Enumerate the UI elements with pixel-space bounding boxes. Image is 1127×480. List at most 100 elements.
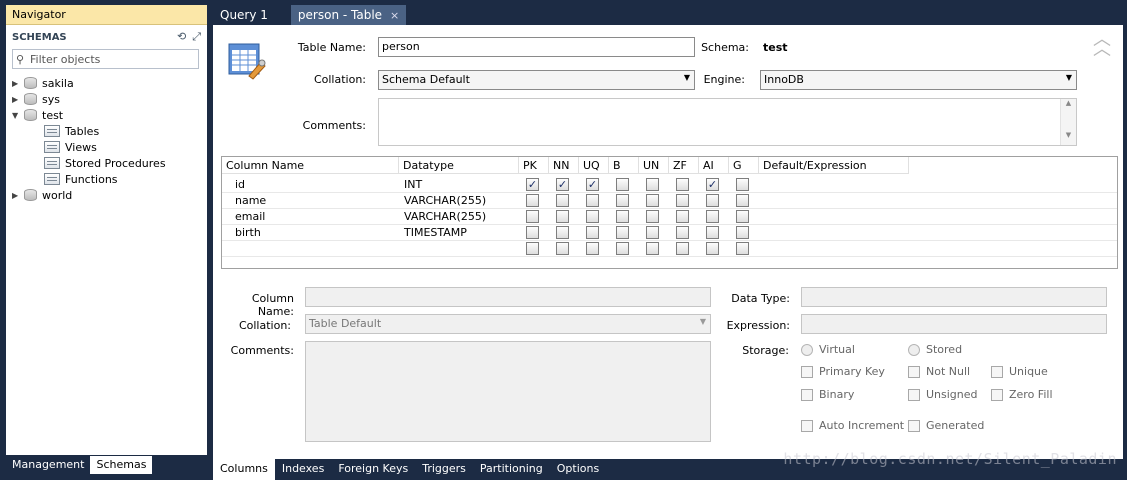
pk-checkbox[interactable] bbox=[526, 226, 539, 239]
nn-checkbox[interactable] bbox=[556, 210, 569, 223]
tab-options[interactable]: Options bbox=[550, 459, 606, 480]
engine-select[interactable]: InnoDB ▼ bbox=[760, 70, 1077, 90]
detail-collation-select[interactable]: Table Default ▼ bbox=[305, 314, 711, 334]
data-type-input[interactable] bbox=[801, 287, 1107, 307]
header-column-name[interactable]: Column Name bbox=[222, 157, 399, 174]
stored-radio[interactable]: Stored bbox=[908, 343, 962, 356]
tree-item-views[interactable]: Views bbox=[44, 139, 97, 155]
comments-textarea[interactable]: ▲ ▼ bbox=[378, 98, 1077, 146]
column-name-cell[interactable]: name bbox=[235, 194, 266, 207]
comments-scrollbar[interactable]: ▲ ▼ bbox=[1060, 99, 1076, 145]
datatype-cell[interactable]: VARCHAR(255) bbox=[404, 194, 486, 207]
datatype-cell[interactable]: VARCHAR(255) bbox=[404, 210, 486, 223]
expression-input[interactable] bbox=[801, 314, 1107, 334]
ai-checkbox[interactable] bbox=[706, 242, 719, 255]
column-name-cell[interactable]: birth bbox=[235, 226, 261, 239]
zf-checkbox[interactable] bbox=[676, 178, 689, 191]
header-pk[interactable]: PK bbox=[519, 157, 549, 174]
b-checkbox[interactable] bbox=[616, 242, 629, 255]
datatype-cell[interactable]: TIMESTAMP bbox=[404, 226, 467, 239]
expand-arrow-icon[interactable]: ▶ bbox=[12, 191, 22, 200]
uq-checkbox[interactable]: ✓ bbox=[586, 178, 599, 191]
table-name-input[interactable]: person bbox=[378, 37, 695, 57]
unsigned-checkbox[interactable]: Unsigned bbox=[908, 388, 978, 401]
header-g[interactable]: G bbox=[729, 157, 759, 174]
column-name-cell[interactable]: id bbox=[235, 178, 245, 191]
header-nn[interactable]: NN bbox=[549, 157, 579, 174]
tab-columns[interactable]: Columns bbox=[213, 459, 275, 480]
nn-checkbox[interactable] bbox=[556, 194, 569, 207]
zf-checkbox[interactable] bbox=[676, 242, 689, 255]
tab-person-table[interactable]: person - Table × bbox=[290, 5, 407, 25]
not-null-checkbox[interactable]: Not Null bbox=[908, 365, 970, 378]
ai-checkbox[interactable] bbox=[706, 194, 719, 207]
detail-comments-textarea[interactable] bbox=[305, 341, 711, 442]
tab-query-1[interactable]: Query 1 bbox=[213, 5, 275, 25]
ai-checkbox[interactable] bbox=[706, 210, 719, 223]
zf-checkbox[interactable] bbox=[676, 226, 689, 239]
tree-item-stored-procedures[interactable]: Stored Procedures bbox=[44, 155, 166, 171]
tab-schemas[interactable]: Schemas bbox=[90, 456, 153, 474]
uq-checkbox[interactable] bbox=[586, 210, 599, 223]
header-uq[interactable]: UQ bbox=[579, 157, 609, 174]
table-row[interactable]: id INT ✓ ✓ ✓ ✓ bbox=[222, 177, 1117, 193]
uq-checkbox[interactable] bbox=[586, 242, 599, 255]
tab-partitioning[interactable]: Partitioning bbox=[473, 459, 550, 480]
expand-arrow-icon[interactable]: ▶ bbox=[12, 79, 22, 88]
b-checkbox[interactable] bbox=[616, 210, 629, 223]
tree-item-sys[interactable]: ▶ sys bbox=[12, 91, 60, 107]
header-un[interactable]: UN bbox=[639, 157, 669, 174]
tab-triggers[interactable]: Triggers bbox=[415, 459, 473, 480]
header-zf[interactable]: ZF bbox=[669, 157, 699, 174]
collapse-up-icon[interactable]: ︿ ︿ bbox=[1091, 31, 1113, 59]
tab-management[interactable]: Management bbox=[6, 456, 90, 474]
header-default-expression[interactable]: Default/Expression bbox=[759, 157, 909, 174]
g-checkbox[interactable] bbox=[736, 226, 749, 239]
uq-checkbox[interactable] bbox=[586, 194, 599, 207]
tree-item-tables[interactable]: Tables bbox=[44, 123, 99, 139]
pk-checkbox[interactable] bbox=[526, 210, 539, 223]
b-checkbox[interactable] bbox=[616, 178, 629, 191]
table-row[interactable]: name VARCHAR(255) bbox=[222, 193, 1117, 209]
column-name-input[interactable] bbox=[305, 287, 711, 307]
refresh-icon[interactable]: ⟲ bbox=[177, 30, 186, 44]
nn-checkbox[interactable]: ✓ bbox=[556, 178, 569, 191]
g-checkbox[interactable] bbox=[736, 194, 749, 207]
pk-checkbox[interactable] bbox=[526, 194, 539, 207]
b-checkbox[interactable] bbox=[616, 194, 629, 207]
un-checkbox[interactable] bbox=[646, 242, 659, 255]
table-row[interactable]: email VARCHAR(255) bbox=[222, 209, 1117, 225]
ai-checkbox[interactable] bbox=[706, 226, 719, 239]
uq-checkbox[interactable] bbox=[586, 226, 599, 239]
header-ai[interactable]: AI bbox=[699, 157, 729, 174]
g-checkbox[interactable] bbox=[736, 178, 749, 191]
un-checkbox[interactable] bbox=[646, 226, 659, 239]
ai-checkbox[interactable]: ✓ bbox=[706, 178, 719, 191]
un-checkbox[interactable] bbox=[646, 210, 659, 223]
close-icon[interactable]: × bbox=[390, 9, 399, 22]
tree-item-world[interactable]: ▶ world bbox=[12, 187, 72, 203]
expand-arrow-icon[interactable]: ▶ bbox=[12, 95, 22, 104]
tree-item-functions[interactable]: Functions bbox=[44, 171, 118, 187]
datatype-cell[interactable]: INT bbox=[404, 178, 422, 191]
primary-key-checkbox[interactable]: Primary Key bbox=[801, 365, 885, 378]
column-name-cell[interactable]: email bbox=[235, 210, 265, 223]
binary-checkbox[interactable]: Binary bbox=[801, 388, 854, 401]
virtual-radio[interactable]: Virtual bbox=[801, 343, 855, 356]
auto-increment-checkbox[interactable]: Auto Increment bbox=[801, 419, 904, 432]
collation-select[interactable]: Schema Default ▼ bbox=[378, 70, 695, 90]
pk-checkbox[interactable] bbox=[526, 242, 539, 255]
g-checkbox[interactable] bbox=[736, 210, 749, 223]
tab-indexes[interactable]: Indexes bbox=[275, 459, 331, 480]
tree-item-test[interactable]: ▼ test bbox=[12, 107, 63, 123]
b-checkbox[interactable] bbox=[616, 226, 629, 239]
pk-checkbox[interactable]: ✓ bbox=[526, 178, 539, 191]
tree-item-sakila[interactable]: ▶ sakila bbox=[12, 75, 74, 91]
unique-checkbox[interactable]: Unique bbox=[991, 365, 1048, 378]
expand-icon[interactable]: ⤢ bbox=[192, 30, 201, 44]
collapse-arrow-icon[interactable]: ▼ bbox=[12, 111, 22, 120]
zf-checkbox[interactable] bbox=[676, 210, 689, 223]
nn-checkbox[interactable] bbox=[556, 242, 569, 255]
header-datatype[interactable]: Datatype bbox=[399, 157, 519, 174]
filter-input[interactable] bbox=[30, 52, 190, 66]
